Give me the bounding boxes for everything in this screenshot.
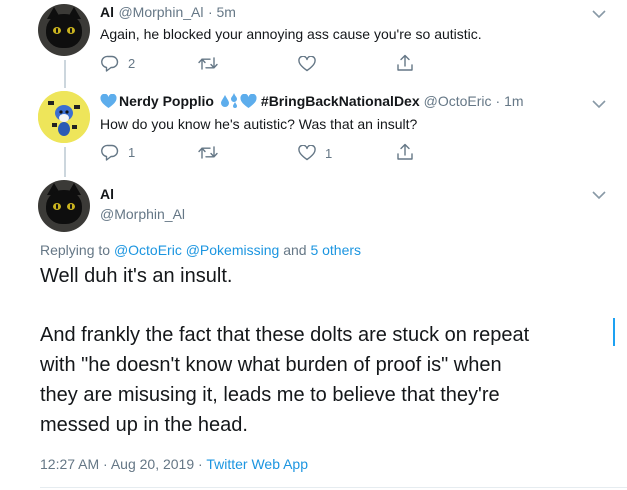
heart-icon bbox=[298, 145, 316, 161]
replying-to: Replying to @OctoEric @Pokemissing and 5… bbox=[40, 242, 361, 258]
retweet-icon bbox=[198, 146, 218, 159]
blue-heart-icon bbox=[240, 93, 257, 108]
tweet1-reply-count: 2 bbox=[128, 56, 136, 71]
share-icon bbox=[397, 143, 413, 160]
main-tweet-paragraph-line: with "he doesn't know what burden of pro… bbox=[40, 354, 502, 376]
tweet2-header: Nerdy Popplio #BringBackNationalDex @Oct… bbox=[100, 93, 524, 109]
reply-icon bbox=[101, 144, 119, 161]
avatar-al-main[interactable] bbox=[38, 180, 90, 232]
tweet2-like-count: 1 bbox=[325, 145, 333, 161]
avatar-al[interactable] bbox=[38, 4, 90, 56]
tweet1-share-button[interactable] bbox=[396, 54, 414, 72]
cat-face bbox=[46, 14, 82, 48]
sweat-droplets-icon bbox=[220, 93, 237, 108]
tweet1-display-name[interactable]: Al bbox=[100, 4, 114, 20]
replying-to-prefix: Replying to bbox=[40, 242, 111, 258]
main-tweet-display-name[interactable]: Al bbox=[100, 186, 114, 202]
tweet2-reply-button[interactable]: 1 bbox=[101, 144, 135, 161]
main-tweet-timestamp[interactable]: 12:27 AM · Aug 20, 2019 bbox=[40, 456, 194, 472]
tweet2-display-name-part2[interactable]: #BringBackNationalDex bbox=[261, 93, 420, 109]
main-tweet-paragraph-line: messed up in the head. bbox=[40, 414, 248, 436]
main-tweet-source[interactable]: Twitter Web App bbox=[206, 456, 308, 472]
tweet2-reply-count: 1 bbox=[128, 145, 136, 160]
replying-to-and: and bbox=[283, 242, 307, 258]
tweet1-retweet-button[interactable] bbox=[198, 56, 218, 71]
tweet1-text: Again, he blocked your annoying ass caus… bbox=[100, 26, 482, 42]
tweet2-display-name-part1[interactable]: Nerdy Popplio bbox=[119, 93, 214, 109]
tweet1-header: Al @Morphin_Al · 5m bbox=[100, 4, 236, 22]
cat-eye-right bbox=[67, 27, 75, 34]
tweet1-like-button[interactable] bbox=[298, 56, 316, 72]
tweet1-menu-chevron[interactable] bbox=[592, 6, 606, 24]
chevron-down-icon bbox=[592, 100, 606, 109]
tweet2-share-button[interactable] bbox=[396, 143, 414, 161]
replying-to-users[interactable]: @OctoEric @Pokemissing bbox=[114, 242, 279, 258]
divider bbox=[40, 487, 627, 488]
blue-heart-icon bbox=[100, 93, 117, 108]
tweet1-time[interactable]: · 5m bbox=[208, 4, 236, 20]
share-icon bbox=[397, 54, 413, 71]
tweet2-time[interactable]: · 1m bbox=[496, 93, 524, 109]
replying-to-others-link[interactable]: 5 others bbox=[310, 242, 361, 258]
tweet2-text: How do you know he's autistic? Was that … bbox=[100, 116, 418, 132]
text-cursor bbox=[613, 318, 615, 346]
avatar-nerdy-popplio[interactable] bbox=[38, 91, 90, 143]
tweet2-menu-chevron[interactable] bbox=[592, 96, 606, 114]
tweet2-handle[interactable]: @OctoEric bbox=[424, 93, 492, 109]
reply-icon bbox=[101, 55, 119, 72]
tweet1-handle[interactable]: @Morphin_Al bbox=[118, 4, 203, 20]
tweet2-like-button[interactable]: 1 bbox=[298, 145, 332, 161]
cat-eye-left bbox=[53, 203, 61, 210]
popplio-image bbox=[38, 91, 90, 143]
main-tweet-line1: Well duh it's an insult. bbox=[40, 265, 233, 287]
retweet-icon bbox=[198, 57, 218, 70]
thread-line bbox=[64, 60, 66, 88]
main-tweet-meta: 12:27 AM · Aug 20, 2019 · Twitter Web Ap… bbox=[40, 456, 308, 472]
cat-face bbox=[46, 190, 82, 224]
main-tweet-handle[interactable]: @Morphin_Al bbox=[100, 206, 185, 222]
main-tweet-paragraph-line: And frankly the fact that these dolts ar… bbox=[40, 324, 530, 346]
main-tweet-paragraph-line: they are misusing it, leads me to believ… bbox=[40, 384, 500, 406]
cat-eye-right bbox=[67, 203, 75, 210]
chevron-down-icon bbox=[592, 10, 606, 19]
tweet2-retweet-button[interactable] bbox=[198, 145, 218, 160]
heart-icon bbox=[298, 56, 316, 72]
cat-eye-left bbox=[53, 27, 61, 34]
main-tweet-menu-chevron[interactable] bbox=[592, 187, 606, 205]
chevron-down-icon bbox=[592, 191, 606, 200]
thread-line bbox=[64, 147, 66, 177]
meta-separator: · bbox=[198, 456, 203, 472]
tweet1-reply-button[interactable]: 2 bbox=[101, 55, 135, 72]
